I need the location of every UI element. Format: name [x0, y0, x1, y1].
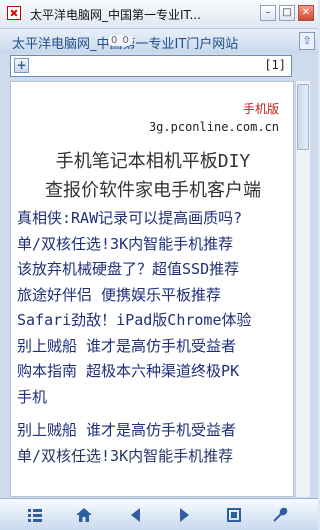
scroll-top-button[interactable]: ⇧ [299, 32, 315, 50]
close-button[interactable]: ✕ [298, 5, 314, 21]
app-icon [7, 6, 21, 20]
loading-indicator: 0 0 [108, 35, 133, 46]
browser-window: 太平洋电脑网_中国第一专业IT... – □ ✕ 太平洋电脑网_中国第一专业IT… [0, 0, 318, 530]
headline-link[interactable]: Safari劲敌！iPad版Chrome体验 [17, 308, 289, 334]
headline-link[interactable]: 真相侠:RAW记录可以提高画质吗? [17, 206, 289, 232]
headline-link[interactable]: 别上贼船 谁才是高仿手机受益者 [17, 334, 289, 360]
scrollbar-thumb[interactable] [297, 84, 309, 150]
headline-link[interactable]: 手机 [17, 385, 289, 411]
back-icon[interactable] [123, 503, 149, 525]
category-nav-row-1[interactable]: 手机笔记本相机平板DIY [11, 147, 293, 173]
tab-title[interactable]: 太平洋电脑网_中国第一专业IT门户网站 [12, 33, 282, 52]
headline-link[interactable]: 购本指南 超极本六种渠道终极PK [17, 359, 289, 385]
bottom-toolbar [0, 498, 318, 530]
menu-icon[interactable] [22, 503, 48, 525]
vertical-scrollbar[interactable] [295, 81, 310, 497]
headline-link[interactable]: 别上贼船 谁才是高仿手机受益者 [17, 418, 289, 444]
home-icon[interactable] [71, 503, 97, 525]
add-tab-button[interactable]: + [14, 58, 29, 73]
web-content: 手机版 3g.pconline.com.cn 手机笔记本相机平板DIY 查报价软… [10, 81, 294, 497]
title-bar: 太平洋电脑网_中国第一专业IT... – □ ✕ [0, 0, 318, 29]
window-title: 太平洋电脑网_中国第一专业IT... [30, 8, 201, 22]
brand-link[interactable]: 手机版 [243, 100, 279, 117]
window-controls: – □ ✕ [260, 5, 314, 21]
tab-bar: 太平洋电脑网_中国第一专业IT门户网站 0 0 ⇧ [0, 29, 318, 53]
page-count: [1] [264, 58, 286, 72]
forward-icon[interactable] [171, 503, 197, 525]
address-bar[interactable]: + [1] [10, 55, 292, 77]
category-nav-row-2[interactable]: 查报价软件家电手机客户端 [11, 176, 293, 202]
headline-list: 真相侠:RAW记录可以提高画质吗? 单/双核任选!3K内智能手机推荐 该放弃机械… [17, 206, 289, 469]
headline-link[interactable]: 旅途好伴侣 便携娱乐平板推荐 [17, 283, 289, 309]
minimize-button[interactable]: – [260, 5, 276, 21]
window-icon[interactable] [221, 503, 247, 525]
headline-link[interactable]: 单/双核任选!3K内智能手机推荐 [17, 232, 289, 258]
headline-link[interactable]: 该放弃机械硬盘了？超值SSD推荐 [17, 257, 289, 283]
maximize-button[interactable]: □ [279, 5, 295, 21]
headline-link[interactable]: 单/双核任选!3K内智能手机推荐 [17, 444, 289, 470]
site-domain: 3g.pconline.com.cn [148, 120, 279, 134]
tools-icon[interactable] [267, 503, 293, 525]
